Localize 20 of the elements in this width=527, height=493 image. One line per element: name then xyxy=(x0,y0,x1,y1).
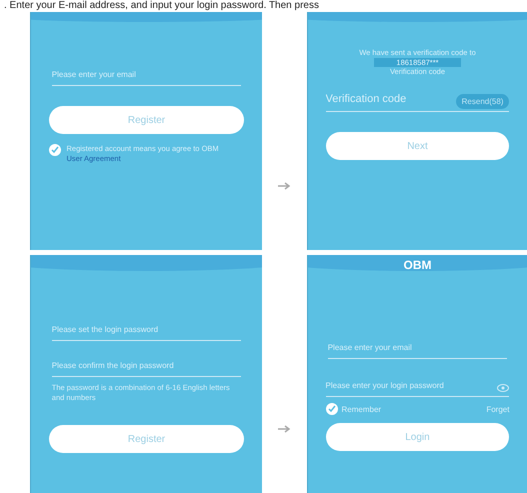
eye-icon[interactable] xyxy=(497,384,510,392)
login-button[interactable]: Login xyxy=(326,423,510,451)
register-button[interactable]: Register xyxy=(49,106,244,134)
email-field[interactable]: Please enter your email xyxy=(52,68,242,86)
remember-label: Remember xyxy=(342,404,382,414)
app-title: OBM xyxy=(404,259,432,271)
remember-checkbox[interactable] xyxy=(326,403,338,415)
arrow-icon xyxy=(278,182,292,190)
instruction-text: . Enter your E-mail address, and input your login password. Then press xyxy=(3,0,320,12)
arrow-icon xyxy=(278,425,292,433)
email-field[interactable]: Please enter your email xyxy=(328,341,508,359)
forget-link[interactable]: Forget xyxy=(486,404,510,414)
confirm-password-field[interactable]: Please confirm the login password xyxy=(52,359,242,377)
agree-checkbox[interactable] xyxy=(49,144,62,156)
password-field[interactable]: Please set the login password xyxy=(52,323,242,341)
password-field[interactable]: Please enter your login password xyxy=(326,379,494,396)
register-button[interactable]: Register xyxy=(49,425,244,453)
resend-button[interactable]: Resend(58) xyxy=(456,94,510,108)
next-button[interactable]: Next xyxy=(326,132,510,160)
verification-code-field[interactable]: Verification code xyxy=(326,91,452,111)
